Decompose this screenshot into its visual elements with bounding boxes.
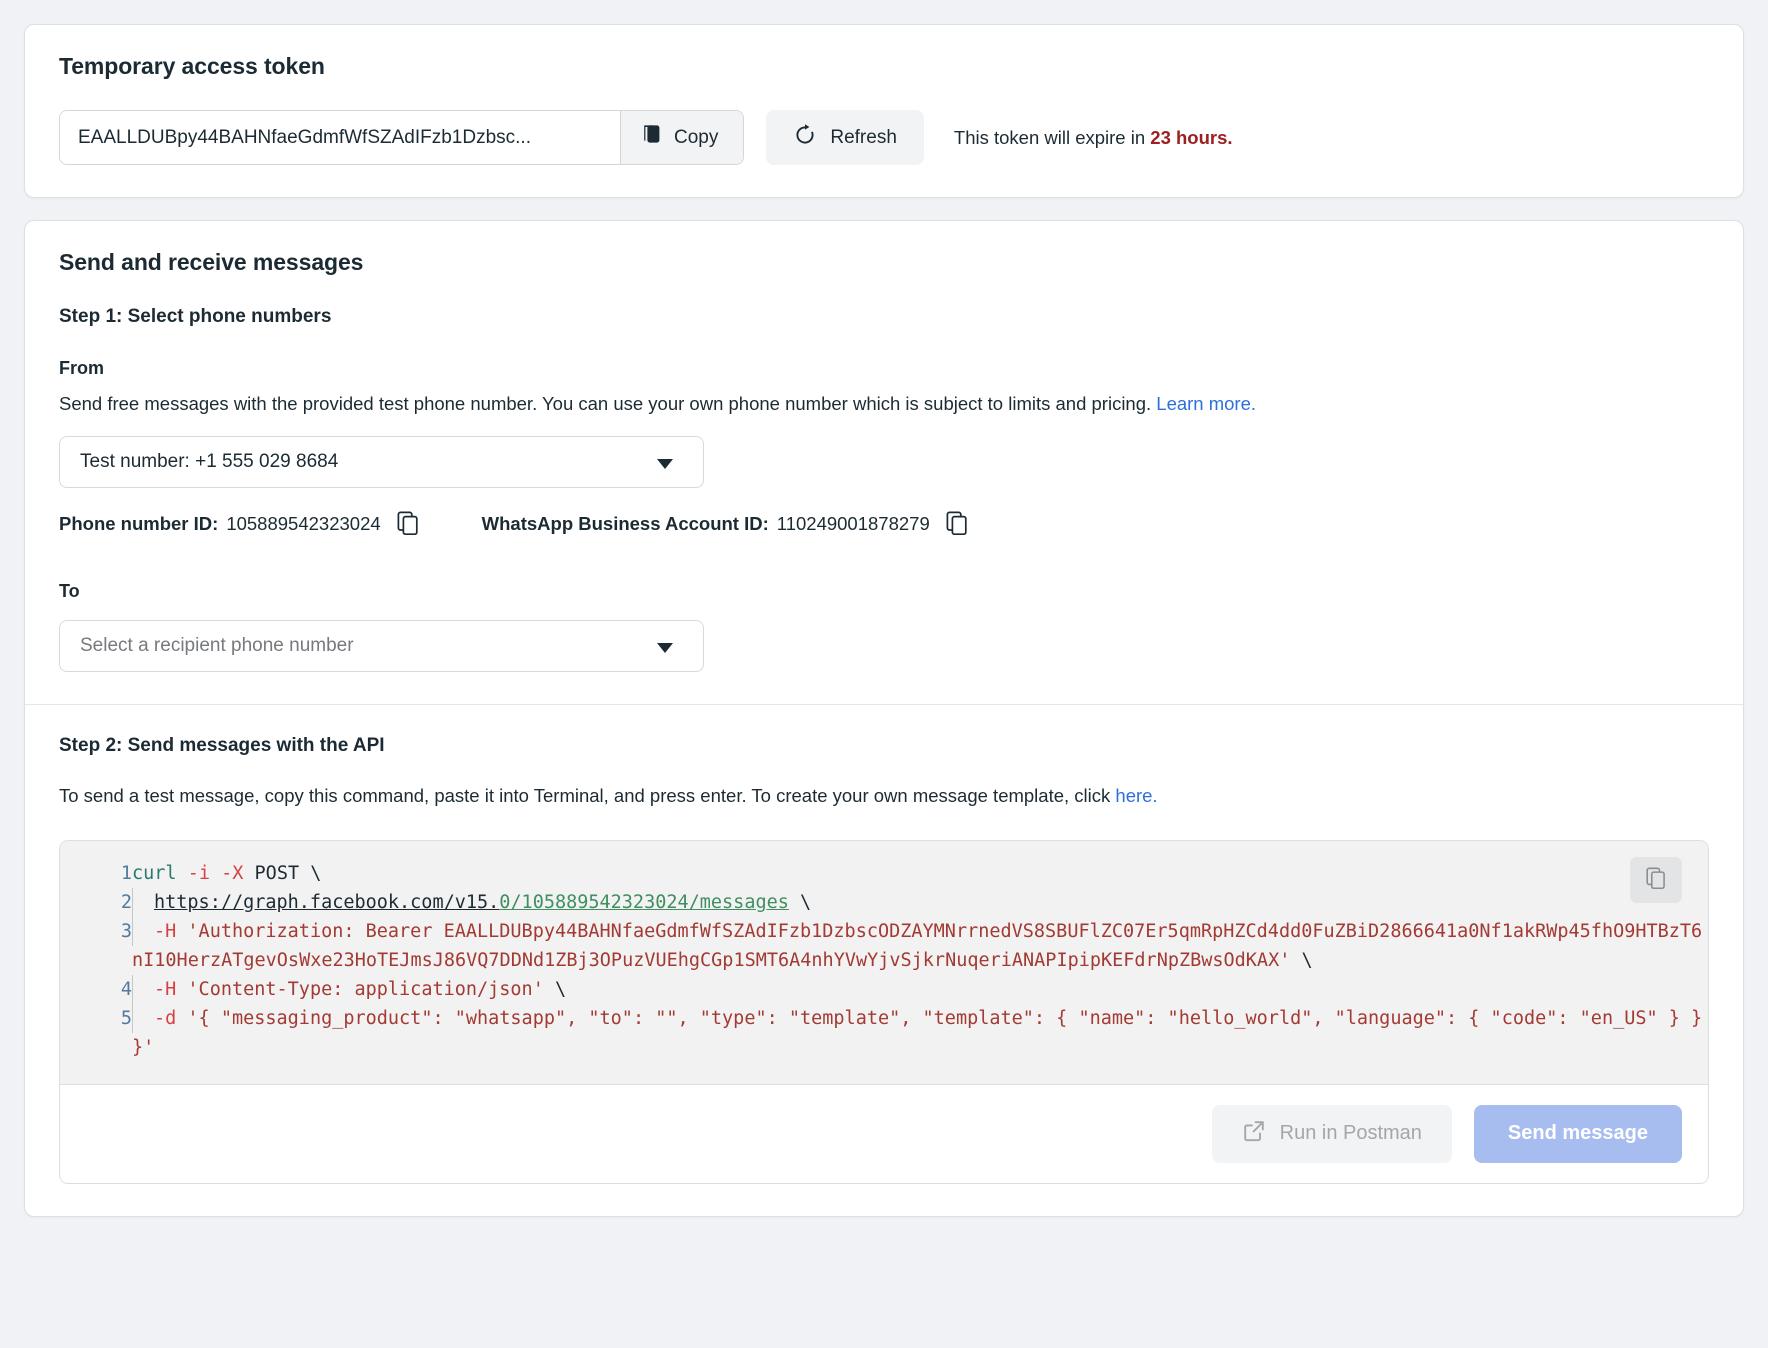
line-number: 5 xyxy=(60,1004,132,1062)
waba-id-item: WhatsApp Business Account ID: 1102490018… xyxy=(482,510,969,539)
phone-number-id-item: Phone number ID: 105889542323024 xyxy=(59,510,420,539)
page-root: Temporary access token Copy xyxy=(0,0,1768,1348)
copy-icon xyxy=(641,123,663,153)
send-message-button[interactable]: Send message xyxy=(1474,1105,1682,1163)
refresh-token-label: Refresh xyxy=(830,127,897,149)
run-in-postman-button[interactable]: Run in Postman xyxy=(1212,1105,1452,1163)
step-2-description: To send a test message, copy this comman… xyxy=(59,783,1709,810)
indent-guide xyxy=(132,917,154,946)
waba-id-label: WhatsApp Business Account ID: xyxy=(482,513,769,535)
chevron-down-icon xyxy=(657,643,673,653)
copy-phone-number-id-button[interactable] xyxy=(396,510,420,539)
token-expiry-prefix: This token will expire in xyxy=(954,127,1150,148)
step-1-section: Send and receive messages Step 1: Select… xyxy=(25,221,1743,704)
code-block: 1 curl -i -X POST \ 2 https://graph.face… xyxy=(59,840,1709,1184)
external-link-icon xyxy=(1242,1119,1266,1149)
code-token-flag-h: -H xyxy=(154,921,176,942)
send-receive-heading: Send and receive messages xyxy=(59,249,1709,276)
step-2-description-text: To send a test message, copy this comman… xyxy=(59,785,1115,806)
indent-guide xyxy=(132,1004,154,1033)
copy-icon xyxy=(1645,866,1667,893)
refresh-token-button[interactable]: Refresh xyxy=(766,110,924,165)
copy-token-button[interactable]: Copy xyxy=(620,111,743,164)
code-token-flag-d: -d xyxy=(154,1008,176,1029)
from-phone-select-value: Test number: +1 555 029 8684 xyxy=(80,451,338,473)
from-description-text: Send free messages with the provided tes… xyxy=(59,393,1156,414)
copy-waba-id-button[interactable] xyxy=(945,510,969,539)
refresh-icon xyxy=(793,123,817,153)
code-token-url-base: https://graph.facebook.com/v15. xyxy=(154,892,499,913)
code-token-flag-x: -X xyxy=(221,863,243,884)
code-line-3: -H 'Authorization: Bearer EAALLDUBpy44BA… xyxy=(132,917,1708,975)
line-number: 3 xyxy=(60,917,132,975)
run-in-postman-label: Run in Postman xyxy=(1280,1122,1422,1145)
to-label: To xyxy=(59,581,1709,602)
code-line-4: -H 'Content-Type: application/json' \ xyxy=(132,975,1708,1004)
code-token-post: POST \ xyxy=(255,863,322,884)
line-number: 2 xyxy=(60,888,132,917)
copy-icon xyxy=(945,510,969,539)
learn-more-link[interactable]: Learn more. xyxy=(1156,393,1256,414)
code-footer: Run in Postman Send message xyxy=(60,1084,1708,1183)
code-token-flag-h: -H xyxy=(154,979,176,1000)
code-token-curl: curl xyxy=(132,863,177,884)
copy-token-label: Copy xyxy=(674,127,718,149)
code-line: 5 -d '{ "messaging_product": "whatsapp",… xyxy=(60,1004,1708,1062)
code-line-5: -d '{ "messaging_product": "whatsapp", "… xyxy=(132,1004,1708,1062)
code-line: 2 https://graph.facebook.com/v15.0/10588… xyxy=(60,888,1708,917)
code-table: 1 curl -i -X POST \ 2 https://graph.face… xyxy=(60,859,1708,1062)
code-token-auth-header: 'Authorization: Bearer EAALLDUBpy44BAHNf… xyxy=(132,921,1702,971)
line-number: 4 xyxy=(60,975,132,1004)
temporary-access-token-card: Temporary access token Copy xyxy=(24,24,1744,198)
step-2-section: Step 2: Send messages with the API To se… xyxy=(25,705,1743,1216)
token-row: Copy Refresh This token will expire in 2… xyxy=(59,110,1709,165)
chevron-down-icon xyxy=(657,459,673,469)
code-token-continuation: \ xyxy=(1290,950,1312,971)
send-receive-messages-card: Send and receive messages Step 1: Select… xyxy=(24,220,1744,1217)
here-link[interactable]: here. xyxy=(1115,785,1157,806)
copy-icon xyxy=(396,510,420,539)
token-expiry-text: This token will expire in 23 hours. xyxy=(954,127,1233,149)
code-line-2: https://graph.facebook.com/v15.0/1058895… xyxy=(132,888,1708,917)
from-description: Send free messages with the provided tes… xyxy=(59,391,1709,418)
to-phone-select[interactable]: Select a recipient phone number xyxy=(59,620,704,672)
code-line: 4 -H 'Content-Type: application/json' \ xyxy=(60,975,1708,1004)
phone-number-id-value: 105889542323024 xyxy=(226,513,380,535)
code-token-content-type-header: 'Content-Type: application/json' xyxy=(187,979,543,1000)
code-line: 1 curl -i -X POST \ xyxy=(60,859,1708,888)
code-body: 1 curl -i -X POST \ 2 https://graph.face… xyxy=(60,841,1708,1084)
step-2-heading: Step 2: Send messages with the API xyxy=(59,735,1709,757)
code-line: 3 -H 'Authorization: Bearer EAALLDUBpy44… xyxy=(60,917,1708,975)
code-token-flag-i: -i xyxy=(188,863,210,884)
indent-guide xyxy=(132,975,154,1004)
code-token-continuation: \ xyxy=(544,979,566,1000)
code-line-1: curl -i -X POST \ xyxy=(132,859,1708,888)
line-number: 1 xyxy=(60,859,132,888)
ids-row: Phone number ID: 105889542323024 WhatsA xyxy=(59,510,1709,539)
waba-id-value: 110249001878279 xyxy=(777,513,930,535)
to-phone-select-placeholder: Select a recipient phone number xyxy=(80,635,354,657)
token-expiry-duration: 23 hours. xyxy=(1150,127,1232,148)
token-input-group: Copy xyxy=(59,110,744,165)
from-label: From xyxy=(59,358,1709,379)
page-title: Temporary access token xyxy=(59,53,1709,80)
phone-number-id-label: Phone number ID: xyxy=(59,513,218,535)
step-1-heading: Step 1: Select phone numbers xyxy=(59,306,1709,328)
code-token-continuation: \ xyxy=(789,892,811,913)
copy-code-button[interactable] xyxy=(1630,857,1682,903)
code-token-url-path: 0/105889542323024/messages xyxy=(499,892,789,913)
code-token-payload: '{ "messaging_product": "whatsapp", "to"… xyxy=(132,1008,1709,1058)
from-phone-select[interactable]: Test number: +1 555 029 8684 xyxy=(59,436,704,488)
indent-guide xyxy=(132,888,154,917)
access-token-input[interactable] xyxy=(60,111,620,164)
